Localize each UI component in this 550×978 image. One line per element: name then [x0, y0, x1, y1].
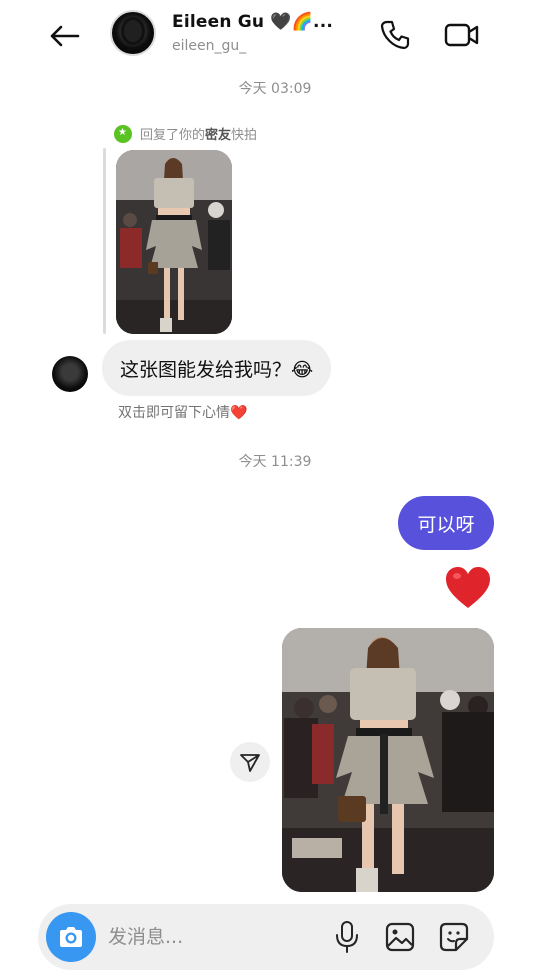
reply-note-bold: 密友 [205, 128, 232, 143]
heart-icon [446, 567, 490, 608]
heart-message[interactable] [444, 566, 492, 610]
sent-photo[interactable] [282, 628, 494, 892]
video-call-button[interactable] [442, 18, 482, 52]
message-composer [38, 904, 494, 970]
back-arrow-icon [50, 25, 80, 47]
double-tap-hint: 双击即可留下心情❤️ [118, 405, 248, 421]
share-button[interactable] [230, 742, 270, 782]
microphone-button[interactable] [332, 920, 362, 954]
story-reply-note: 回复了你的密友快拍 [114, 124, 257, 143]
camera-button[interactable] [46, 912, 96, 962]
chat-header: Eileen Gu 🖤🌈... eileen_gu_ [0, 0, 550, 72]
incoming-message-bubble[interactable]: 这张图能发给我吗？😂 [102, 340, 332, 396]
sticker-icon [439, 922, 469, 952]
message-input[interactable] [108, 918, 308, 956]
gallery-button[interactable] [384, 921, 416, 953]
reply-note-suffix: 快拍 [231, 128, 258, 143]
camera-icon [60, 927, 82, 947]
reply-note-prefix: 回复了你的 [140, 128, 206, 143]
timestamp: 今天 03:09 [238, 81, 312, 97]
phone-icon [380, 20, 410, 50]
replied-story-thumbnail[interactable] [116, 150, 232, 334]
gallery-icon [385, 922, 415, 952]
voice-call-button[interactable] [378, 18, 412, 52]
share-icon [240, 754, 260, 772]
back-button[interactable] [44, 20, 84, 52]
contact-name[interactable]: Eileen Gu 🖤🌈... [172, 12, 333, 32]
close-friends-star-icon [114, 124, 132, 143]
outgoing-message-bubble[interactable]: 可以呀 [398, 496, 494, 550]
sender-avatar[interactable] [52, 356, 88, 392]
video-camera-icon [444, 23, 479, 47]
timestamp: 今天 11:39 [238, 454, 312, 470]
reply-quote-bar [103, 148, 106, 334]
contact-avatar[interactable] [110, 10, 156, 56]
sticker-button[interactable] [438, 921, 470, 953]
contact-username: eileen_gu_ [172, 38, 247, 54]
microphone-icon [336, 921, 358, 953]
